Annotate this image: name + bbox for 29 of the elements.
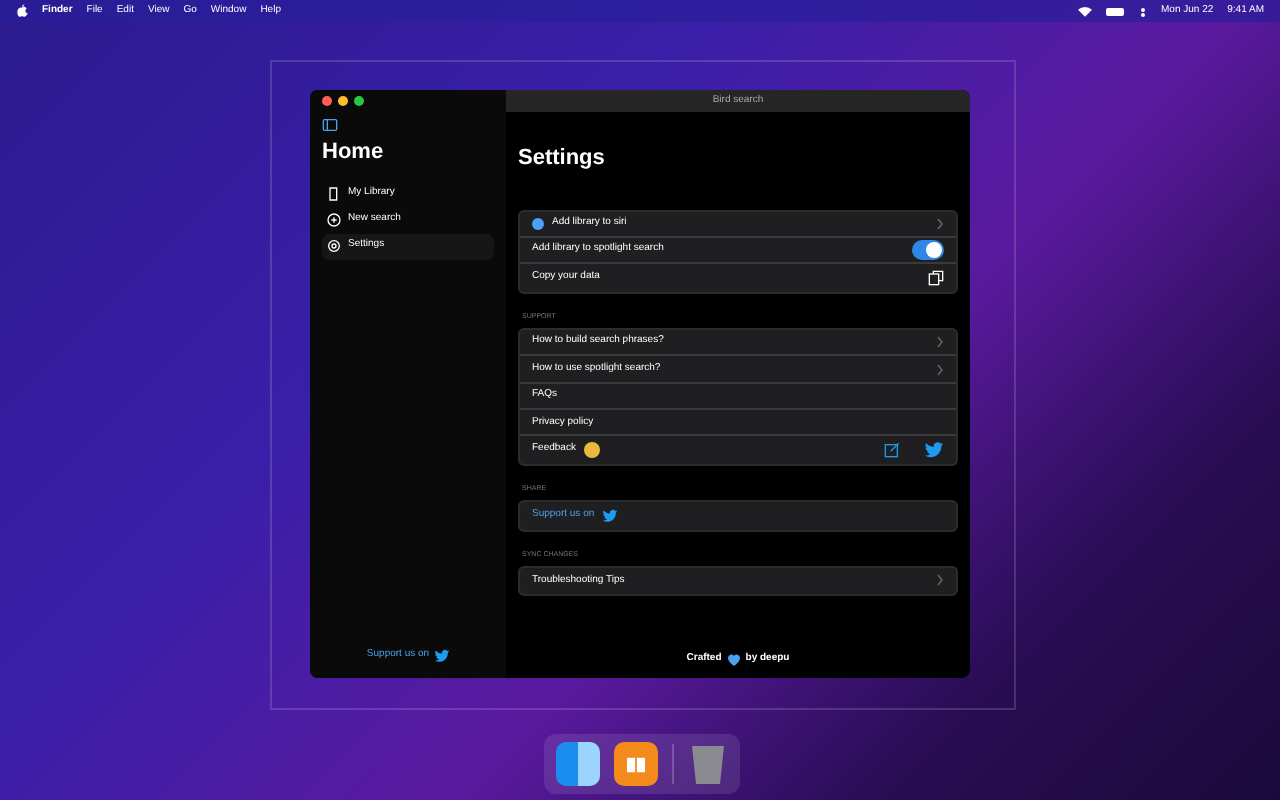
copy-icon[interactable] — [928, 269, 944, 286]
bird-icon — [433, 648, 450, 664]
sidebar-title: Home — [322, 138, 386, 168]
bird-icon — [924, 440, 944, 461]
chevron-icon — [936, 336, 944, 349]
chevron-icon — [936, 363, 944, 375]
plus-icon — [326, 212, 342, 228]
book-app-icon[interactable] — [614, 742, 658, 786]
edit-icon[interactable] — [884, 442, 900, 459]
chevron-icon — [936, 574, 944, 587]
toggle-switch[interactable] — [912, 240, 944, 261]
minimize-icon[interactable] — [338, 96, 348, 106]
apple-icon[interactable] — [16, 4, 28, 18]
sidebar-toggle-icon[interactable] — [322, 118, 338, 132]
siri-icon — [532, 217, 544, 230]
settings-icon — [326, 238, 342, 254]
close-icon[interactable] — [322, 96, 332, 106]
emoji-icon — [583, 442, 600, 459]
chevron-icon — [936, 217, 944, 230]
heart-icon — [725, 652, 742, 668]
trash-icon[interactable] — [688, 742, 728, 786]
bird-icon — [602, 507, 619, 524]
page-title: Settings — [518, 144, 607, 174]
book-icon — [326, 186, 342, 202]
zoom-icon[interactable] — [354, 96, 364, 106]
control-center-icon[interactable] — [1137, 5, 1147, 17]
wifi-icon[interactable] — [1077, 5, 1091, 17]
battery-icon[interactable] — [1105, 7, 1123, 15]
finder-app-icon[interactable] — [556, 742, 600, 786]
